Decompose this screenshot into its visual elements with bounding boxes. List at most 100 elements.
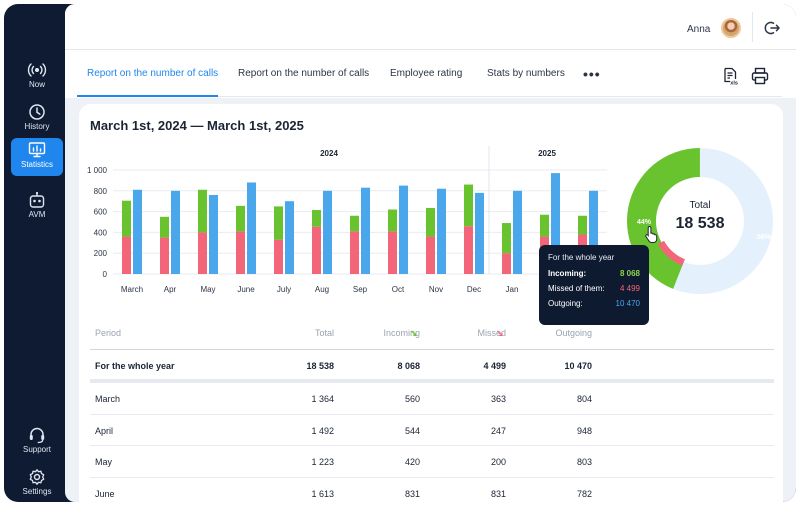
app-frame: Now History Statistics AVM Support Setti… [4, 4, 796, 502]
sidebar-item-statistics[interactable]: Statistics [11, 138, 63, 176]
active-tab-indicator [77, 95, 218, 97]
hand-cursor-icon [645, 225, 658, 243]
x-tick-label: Oct [392, 285, 405, 294]
calls-bar-chart: 0 200 400 600 800 1 000 2024 2025 March Apr May Jun… [87, 146, 607, 294]
tab-stats-by-numbers[interactable]: Stats by numbers [487, 68, 565, 79]
cell-outgoing: 782 [576, 488, 592, 499]
cell-missed: 831 [490, 488, 506, 499]
tooltip-outgoing-row: Outgoing: 10 470 [548, 299, 640, 314]
cell-total: 1 492 [311, 425, 334, 436]
sidebar-item-history[interactable]: History [11, 100, 63, 138]
table-row[interactable]: For the whole year 18 538 8 068 4 499 10… [90, 349, 774, 382]
x-tick-label: March [121, 285, 143, 294]
tab-report-calls-2[interactable]: Report on the number of calls [238, 68, 369, 79]
cell-total: 18 538 [306, 361, 334, 371]
sidebar-item-support[interactable]: Support [11, 423, 63, 461]
bar-incoming-4 [274, 206, 283, 240]
bar-incoming-11 [540, 214, 549, 237]
bar-outgoing-10 [513, 190, 522, 274]
chart-tooltip: For the whole year Incoming: 8 068 Misse… [539, 245, 649, 325]
x-tick-label: Dec [467, 285, 481, 294]
bar-incoming-8 [426, 207, 435, 237]
more-tabs-button[interactable]: ••• [583, 66, 601, 82]
bar-incoming-10 [502, 223, 511, 254]
tab-report-calls[interactable]: Report on the number of calls [87, 68, 218, 79]
cell-period: For the whole year [95, 361, 175, 371]
tab-employee-rating[interactable]: Employee rating [390, 68, 462, 79]
y-tick-label: 200 [94, 249, 108, 258]
y-tick-label: 600 [94, 208, 108, 217]
report-card: March 1st, 2024 — March 1st, 2025 0 200 40… [79, 104, 783, 502]
cell-missed: 363 [490, 394, 506, 404]
bar-outgoing-0 [133, 189, 142, 274]
x-tick-label: Apr [164, 285, 177, 294]
donut-total-label: Total [689, 200, 710, 211]
bar-incoming-2 [198, 189, 207, 233]
main-content: Anna Report on the number of calls Repor… [65, 4, 796, 502]
header-period: Period [95, 328, 122, 338]
x-tick-label: Nov [429, 285, 443, 294]
tooltip-missed-label: Missed of them: [548, 284, 605, 293]
calls-table: Period Total Incoming Missed Outgoing ↘ … [90, 319, 774, 502]
x-tick-label: June [237, 285, 255, 294]
cell-outgoing: 948 [576, 425, 592, 436]
x-tick-label: Aug [315, 285, 329, 294]
print-button[interactable] [751, 67, 769, 85]
bar-incoming-1 [160, 216, 169, 238]
sidebar-item-label: History [24, 122, 50, 131]
bar-incoming-6 [350, 215, 359, 232]
avatar[interactable] [721, 18, 741, 38]
bar-incoming-9 [464, 184, 473, 227]
user-name: Anna [687, 24, 711, 35]
bar-incoming-7 [388, 209, 397, 232]
bar-missed-4 [274, 239, 283, 274]
bar-incoming-3 [236, 205, 245, 232]
y-tick-label: 400 [94, 228, 108, 237]
bar-incoming-0 [122, 200, 131, 237]
calls-donut-chart: Total18 53844%56% [627, 148, 773, 294]
sidebar-item-avm[interactable]: AVM [11, 188, 63, 226]
donut-total-value: 18 538 [676, 215, 725, 232]
bar-missed-8 [426, 236, 435, 274]
bar-outgoing-5 [323, 190, 332, 274]
x-tick-label: Jan [506, 285, 519, 294]
bar-outgoing-8 [437, 188, 446, 274]
tooltip-missed-row: Missed of them: 4 499 [548, 284, 640, 299]
export-xls-button[interactable]: xls [722, 67, 740, 85]
sidebar-item-now[interactable]: Now [11, 58, 63, 96]
tooltip-incoming-row: Incoming: 8 068 [548, 269, 640, 284]
cell-incoming: 560 [404, 394, 420, 404]
bar-outgoing-2 [209, 194, 218, 274]
table-row[interactable]: June 1 613 831 831 782 [90, 476, 774, 503]
bar-outgoing-6 [361, 187, 370, 274]
sidebar-item-settings[interactable]: Settings [11, 465, 63, 502]
bar-outgoing-3 [247, 182, 256, 274]
sidebar-item-label: AVM [28, 210, 46, 219]
y-tick-label: 0 [103, 270, 108, 279]
top-bar: Anna [65, 4, 796, 50]
xls-label: xls [730, 80, 738, 85]
headset-icon [29, 427, 45, 444]
logout-icon[interactable] [764, 20, 780, 36]
table-header: Period Total Incoming Missed Outgoing ↘ … [90, 319, 774, 349]
cell-period: April [95, 425, 114, 436]
sidebar-item-label: Statistics [20, 160, 53, 169]
bar-missed-0 [122, 236, 131, 274]
x-tick-label: Sep [353, 285, 368, 294]
cell-incoming: 420 [404, 457, 420, 467]
bar-incoming-12 [578, 215, 587, 235]
divider [752, 12, 753, 42]
table-row[interactable]: March 1 364 560 363 804 [90, 382, 774, 414]
bar-outgoing-1 [171, 190, 180, 274]
header-total: Total [314, 328, 334, 338]
bar-missed-3 [236, 231, 245, 274]
tooltip-title: For the whole year [548, 253, 615, 262]
table-row[interactable]: April 1 492 544 247 948 [90, 413, 774, 446]
monitor-chart-icon [28, 142, 46, 158]
incoming-arrow-icon: ↘ [410, 328, 418, 338]
bar-missed-7 [388, 231, 397, 274]
sidebar-item-label: Settings [22, 487, 52, 496]
clock-icon [29, 104, 45, 120]
table-row[interactable]: May 1 223 420 200 803 [90, 445, 774, 477]
cell-outgoing: 804 [576, 394, 592, 404]
